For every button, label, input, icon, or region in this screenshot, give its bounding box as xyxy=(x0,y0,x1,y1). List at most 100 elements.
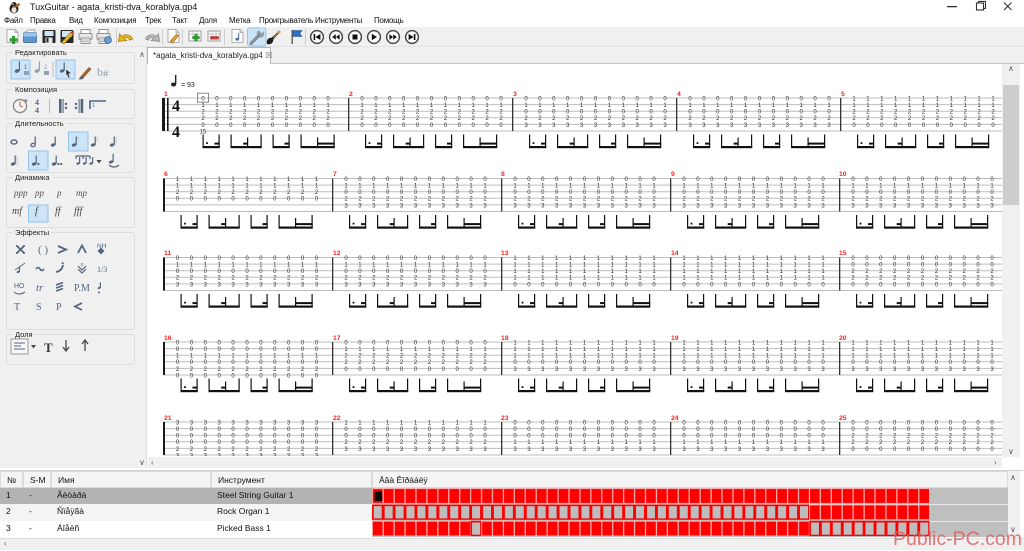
svg-text:2: 2 xyxy=(499,116,503,122)
svg-text:0: 0 xyxy=(865,420,869,426)
svg-text:1: 1 xyxy=(921,347,925,353)
svg-text:0: 0 xyxy=(976,282,980,288)
svg-text:2: 2 xyxy=(688,116,692,122)
svg-text:3: 3 xyxy=(344,447,348,453)
svg-text:2: 2 xyxy=(513,197,517,203)
svg-text:1: 1 xyxy=(907,354,911,360)
svg-text:3: 3 xyxy=(963,367,967,373)
svg-text:0: 0 xyxy=(386,190,390,196)
svg-text:0: 0 xyxy=(794,427,798,433)
svg-text:3: 3 xyxy=(652,203,656,209)
svg-text:S: S xyxy=(36,302,42,313)
svg-text:0: 0 xyxy=(204,197,208,203)
svg-text:2: 2 xyxy=(936,116,940,122)
svg-text:3: 3 xyxy=(893,203,897,209)
svg-text:1: 1 xyxy=(724,269,728,275)
svg-text:0: 0 xyxy=(696,427,700,433)
svg-text:3: 3 xyxy=(583,367,587,373)
svg-text:1: 1 xyxy=(428,347,432,353)
svg-text:2: 2 xyxy=(949,276,953,282)
svg-text:0: 0 xyxy=(710,420,714,426)
svg-text:1: 1 xyxy=(527,354,531,360)
svg-text:1: 1 xyxy=(807,256,811,262)
svg-text:2: 2 xyxy=(907,276,911,282)
svg-text:2: 2 xyxy=(271,116,275,122)
svg-text:1: 1 xyxy=(190,354,194,360)
svg-text:1: 1 xyxy=(416,103,420,109)
svg-text:0: 0 xyxy=(541,360,545,366)
svg-text:0: 0 xyxy=(215,123,219,129)
svg-text:0: 0 xyxy=(964,123,968,129)
svg-text:1: 1 xyxy=(583,184,587,190)
svg-text:1: 1 xyxy=(821,263,825,269)
svg-text:2: 2 xyxy=(218,447,222,453)
svg-text:1: 1 xyxy=(218,263,222,269)
svg-text:1: 1 xyxy=(780,263,784,269)
svg-text:0: 0 xyxy=(469,269,473,275)
svg-text:1: 1 xyxy=(92,103,95,109)
svg-text:3: 3 xyxy=(483,447,487,453)
svg-text:3: 3 xyxy=(301,420,305,426)
svg-text:0: 0 xyxy=(301,340,305,346)
svg-text:1: 1 xyxy=(358,263,362,269)
svg-text:0: 0 xyxy=(696,190,700,196)
svg-text:0: 0 xyxy=(527,177,531,183)
svg-text:0: 0 xyxy=(386,367,390,373)
svg-text:0: 0 xyxy=(231,360,235,366)
svg-text:0: 0 xyxy=(580,110,584,116)
svg-text:1: 1 xyxy=(541,276,545,282)
svg-text:3: 3 xyxy=(400,282,404,288)
svg-text:0: 0 xyxy=(358,427,362,433)
svg-text:2: 2 xyxy=(259,190,263,196)
svg-text:0: 0 xyxy=(894,123,898,129)
svg-text:0: 0 xyxy=(541,282,545,288)
svg-text:1: 1 xyxy=(442,263,446,269)
svg-text:1: 1 xyxy=(414,263,418,269)
svg-text:2: 2 xyxy=(935,197,939,203)
svg-text:0: 0 xyxy=(716,110,720,116)
svg-text:3: 3 xyxy=(483,282,487,288)
svg-text:4: 4 xyxy=(172,124,180,141)
svg-text:0: 0 xyxy=(976,256,980,262)
svg-text:0: 0 xyxy=(344,256,348,262)
svg-text:2: 2 xyxy=(696,197,700,203)
svg-text:0: 0 xyxy=(541,427,545,433)
svg-text:0: 0 xyxy=(597,427,601,433)
svg-text:1: 1 xyxy=(513,354,517,360)
svg-text:2: 2 xyxy=(949,440,953,446)
svg-text:1: 1 xyxy=(922,96,926,102)
svg-text:1: 1 xyxy=(794,256,798,262)
svg-text:2: 2 xyxy=(245,190,249,196)
svg-text:1: 1 xyxy=(821,276,825,282)
svg-text:0: 0 xyxy=(458,123,462,129)
svg-text:3: 3 xyxy=(245,282,249,288)
svg-text:2: 2 xyxy=(949,197,953,203)
svg-text:( ): ( ) xyxy=(38,244,48,256)
svg-text:1: 1 xyxy=(638,269,642,275)
svg-text:0: 0 xyxy=(386,256,390,262)
svg-text:0: 0 xyxy=(243,96,247,102)
svg-text:2: 2 xyxy=(772,116,776,122)
svg-text:2: 2 xyxy=(315,367,319,373)
svg-text:0: 0 xyxy=(935,190,939,196)
svg-text:1: 1 xyxy=(625,440,629,446)
svg-text:3: 3 xyxy=(469,447,473,453)
svg-text:0: 0 xyxy=(555,434,559,440)
svg-text:1: 1 xyxy=(682,340,686,346)
svg-text:0: 0 xyxy=(963,360,967,366)
svg-text:0: 0 xyxy=(527,434,531,440)
svg-text:0: 0 xyxy=(821,427,825,433)
svg-text:0: 0 xyxy=(231,434,235,440)
svg-text:1: 1 xyxy=(752,276,756,282)
svg-text:1: 1 xyxy=(794,440,798,446)
svg-text:1: 1 xyxy=(513,184,517,190)
svg-text:0: 0 xyxy=(190,269,194,275)
svg-text:1: 1 xyxy=(794,269,798,275)
svg-text:2: 2 xyxy=(976,276,980,282)
svg-text:2: 2 xyxy=(218,276,222,282)
svg-text:0: 0 xyxy=(273,440,277,446)
svg-text:1: 1 xyxy=(663,103,667,109)
svg-text:0: 0 xyxy=(555,190,559,196)
svg-text:0: 0 xyxy=(772,96,776,102)
svg-text:2: 2 xyxy=(921,434,925,440)
